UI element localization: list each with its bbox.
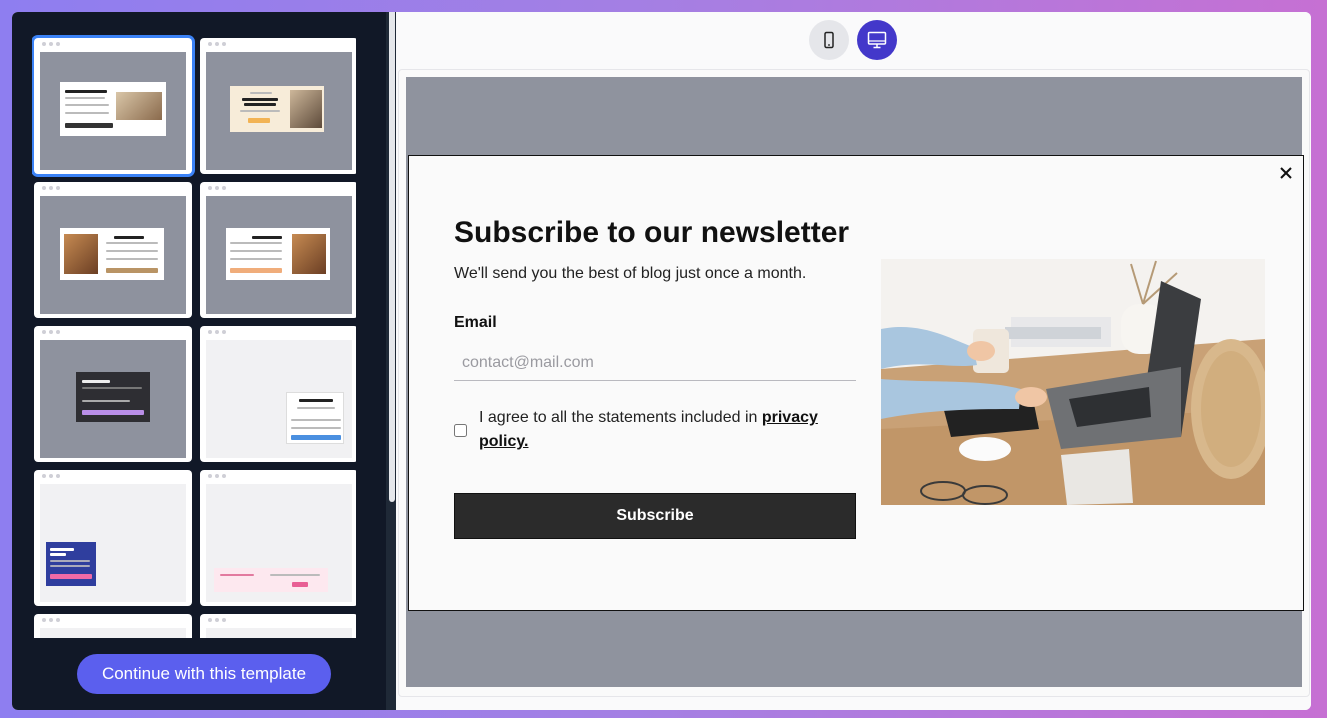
mini-popup [60,228,164,280]
popup-subtitle: We'll send you the best of blog just onc… [454,265,807,282]
preview-area: Subscribe to our newsletter We'll send y… [396,12,1311,710]
popup-title: Subscribe to our newsletter [454,216,850,249]
template-thumb-stay-updated[interactable] [200,326,356,462]
template-thumb-mailing-list[interactable] [34,182,192,318]
mini-popup [60,82,166,136]
template-sidebar: Continue with this template [12,12,396,710]
newsletter-popup: Subscribe to our newsletter We'll send y… [408,155,1304,611]
template-thumb-mailing-list-rtl[interactable] [200,182,356,318]
desktop-view-toggle[interactable] [857,20,897,60]
window-dots [42,42,60,46]
email-input[interactable] [454,345,856,381]
mini-popup [230,86,324,132]
mini-popup [286,392,344,444]
template-thumb-discount[interactable] [200,470,356,606]
mini-popup [214,568,328,592]
template-thumb-welcome-offer[interactable] [34,326,192,462]
close-popup-button[interactable] [1277,164,1295,182]
template-grid [32,24,356,638]
consent-checkbox[interactable] [454,423,467,437]
consent-label: I agree to all the statements included i… [479,409,762,426]
desktop-preview-frame: Subscribe to our newsletter We'll send y… [398,69,1310,697]
consent-row: I agree to all the statements included i… [454,406,856,454]
workspace-photo [881,259,1265,505]
close-icon [1280,167,1292,179]
template-thumb-more-2[interactable] [200,614,356,638]
mini-popup [76,372,150,422]
template-thumb-newsletter[interactable] [34,38,192,174]
mini-popup [226,228,330,280]
app-window: Continue with this template Subscribe to… [12,12,1311,710]
mobile-phone-icon [824,31,834,49]
desktop-monitor-icon [867,31,887,49]
template-thumb-deals[interactable] [200,38,356,174]
sidebar-scrollbar-thumb[interactable] [389,12,395,502]
template-thumb-promo[interactable] [34,470,192,606]
subscribe-button[interactable]: Subscribe [454,493,856,539]
consent-text: I agree to all the statements included i… [479,406,856,454]
mobile-view-toggle[interactable] [809,20,849,60]
continue-with-template-button[interactable]: Continue with this template [77,654,331,694]
template-thumb-more-1[interactable] [34,614,192,638]
mini-popup [46,542,96,586]
email-label: Email [454,314,497,331]
